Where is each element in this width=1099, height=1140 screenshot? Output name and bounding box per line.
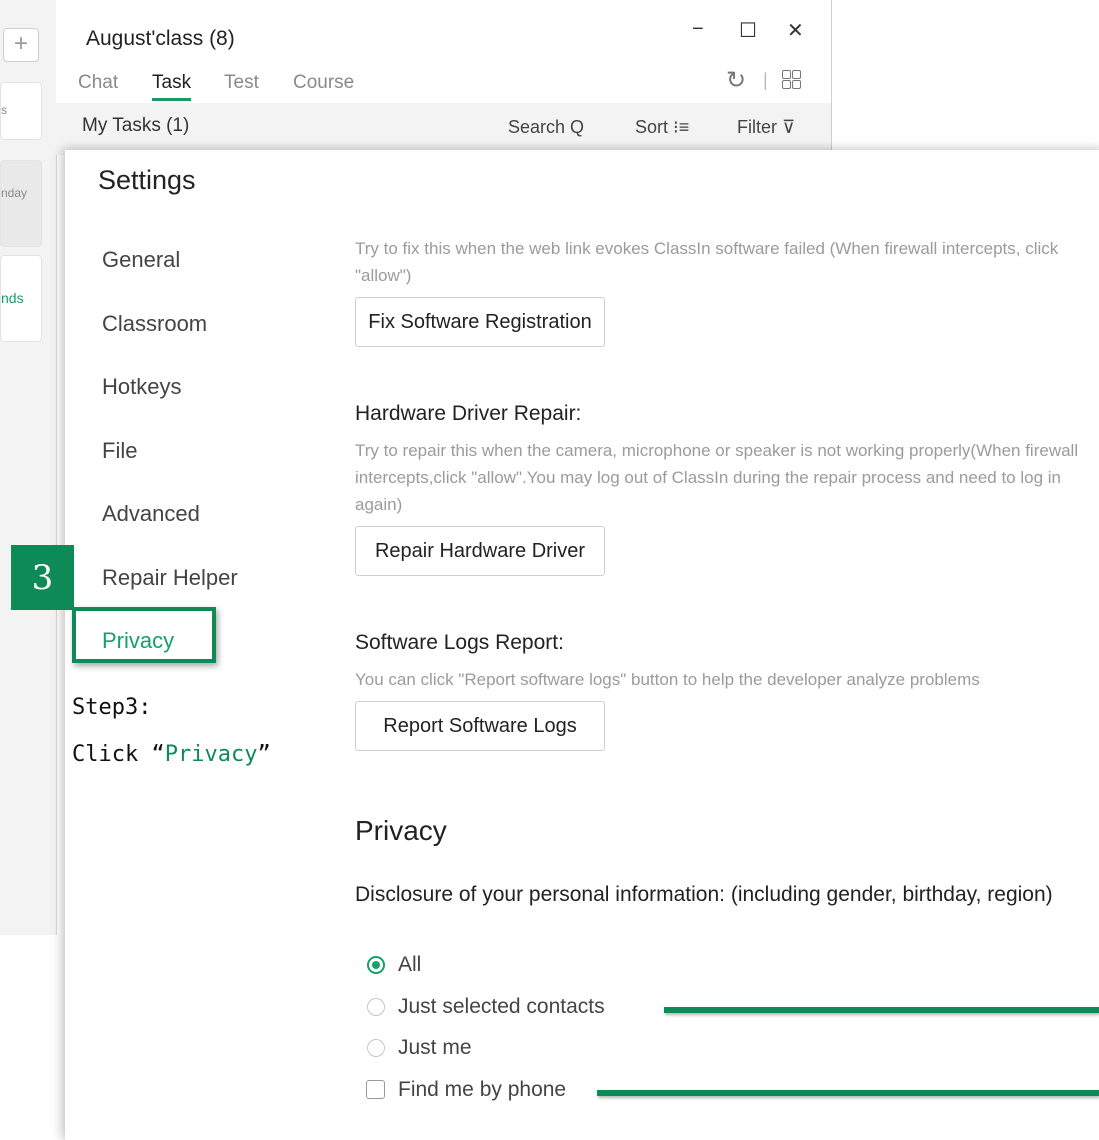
refresh-icon[interactable]: ↻ [726, 66, 746, 95]
nav-hotkeys[interactable]: Hotkeys [102, 374, 181, 400]
task-toolbar: My Tasks (1) Search Q Sort ⁝≡ Filter ⊽ [56, 103, 831, 155]
search-button[interactable]: Search Q [508, 117, 584, 138]
hardware-description: Try to repair this when the camera, micr… [355, 441, 1079, 514]
step-instruction: Click “Privacy” [72, 742, 271, 767]
radio-just-me[interactable] [367, 1039, 385, 1057]
step-badge: 3 [11, 545, 74, 610]
tab-task[interactable]: Task [152, 72, 192, 101]
radio-all[interactable] [367, 956, 385, 974]
nav-general[interactable]: General [102, 247, 180, 273]
step-label: Step3: [72, 695, 152, 720]
find-by-phone-label: Find me by phone [398, 1078, 567, 1101]
list-item[interactable]: s [0, 82, 42, 140]
list-item[interactable]: nday [0, 160, 42, 247]
nav-file[interactable]: File [102, 438, 137, 464]
left-panel: + s nday nds [0, 0, 57, 935]
annotation-underline [664, 1007, 1099, 1013]
add-icon[interactable]: + [3, 28, 39, 62]
nav-repair-helper[interactable]: Repair Helper [102, 565, 256, 591]
class-window: August'class (8) − ☐ ✕ Chat Task Test Co… [56, 0, 832, 155]
option-all-label: All [398, 953, 422, 976]
tab-course[interactable]: Course [293, 72, 354, 94]
filter-button[interactable]: Filter ⊽ [737, 117, 795, 138]
option-just-me-label: Just me [398, 1036, 472, 1059]
report-logs-button[interactable]: Report Software Logs [355, 701, 605, 751]
find-by-phone-checkbox[interactable] [366, 1080, 385, 1099]
logs-description: You can click "Report software logs" but… [355, 670, 980, 689]
privacy-highlight-box [72, 607, 216, 663]
annotation-underline [597, 1090, 1099, 1096]
registration-description: Try to fix this when the web link evokes… [355, 239, 1059, 285]
my-tasks-title: My Tasks (1) [82, 115, 190, 136]
close-icon[interactable]: ✕ [787, 18, 804, 43]
settings-title: Settings [98, 165, 196, 195]
maximize-icon[interactable]: ☐ [739, 18, 757, 43]
sort-button[interactable]: Sort ⁝≡ [635, 117, 689, 138]
tab-chat[interactable]: Chat [78, 72, 118, 94]
fix-registration-button[interactable]: Fix Software Registration [355, 297, 605, 347]
option-selected-contacts-label: Just selected contacts [398, 995, 605, 1018]
minimize-icon[interactable]: − [692, 18, 704, 41]
radio-selected-contacts[interactable] [367, 998, 385, 1016]
settings-dialog: Settings General Classroom Hotkeys File … [65, 150, 1099, 1140]
grid-icon[interactable] [782, 70, 802, 90]
separator: | [763, 70, 768, 90]
repair-driver-button[interactable]: Repair Hardware Driver [355, 526, 605, 576]
class-title: August'class (8) [86, 27, 235, 50]
logs-title: Software Logs Report: [355, 631, 564, 654]
hardware-title: Hardware Driver Repair: [355, 402, 582, 425]
nav-advanced[interactable]: Advanced [102, 501, 200, 527]
list-item[interactable]: nds [0, 255, 42, 342]
privacy-heading: Privacy [355, 815, 447, 846]
nav-classroom[interactable]: Classroom [102, 311, 207, 337]
tab-test[interactable]: Test [224, 72, 259, 94]
disclosure-label: Disclosure of your personal information:… [355, 883, 1053, 906]
